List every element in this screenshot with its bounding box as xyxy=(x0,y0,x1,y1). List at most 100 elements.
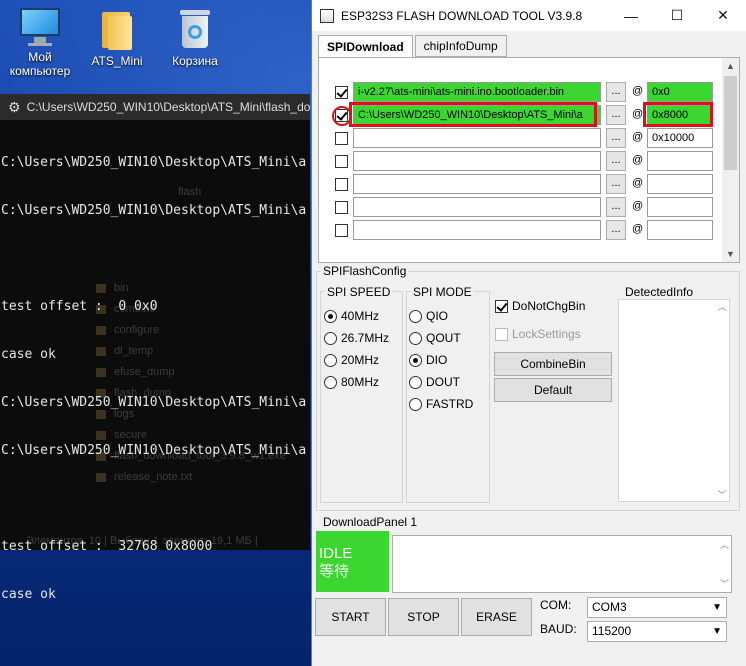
scroll-up-arrow-icon[interactable]: ︿ xyxy=(720,538,729,551)
checkbox-box xyxy=(495,299,508,313)
row-checkbox[interactable] xyxy=(335,224,348,237)
scroll-down-arrow-icon[interactable]: ﹀ xyxy=(715,488,729,501)
browse-button[interactable]: ... xyxy=(606,82,626,102)
browse-button[interactable]: ... xyxy=(606,220,626,240)
at-label: @ xyxy=(632,85,644,97)
desktop-icon-recycle-bin[interactable]: Корзина xyxy=(155,8,235,68)
com-select[interactable]: COM3 ▼ xyxy=(587,597,727,618)
radio-circle xyxy=(409,353,422,367)
file-path-input[interactable] xyxy=(353,128,601,148)
file-path-input[interactable] xyxy=(353,151,601,171)
file-path-input[interactable] xyxy=(353,174,601,194)
console-line: C:\Users\WD250_WIN10\Desktop\ATS_Mini\a xyxy=(1,443,307,458)
highlight-box xyxy=(349,102,597,127)
scroll-down-arrow-icon[interactable]: ▼ xyxy=(722,246,739,262)
row-checkbox[interactable] xyxy=(335,201,348,214)
row-checkbox[interactable] xyxy=(335,155,348,168)
address-input[interactable] xyxy=(647,151,713,171)
radio-circle xyxy=(324,353,337,367)
at-label: @ xyxy=(632,131,644,143)
browse-button[interactable]: ... xyxy=(606,197,626,217)
highlight-box xyxy=(643,102,713,127)
radio-circle xyxy=(409,375,422,389)
spi-speed-label: SPI SPEED xyxy=(325,285,393,299)
browse-button[interactable]: ... xyxy=(606,105,626,125)
radio-20mhz[interactable]: 20MHz xyxy=(324,353,379,367)
radio-fastrd[interactable]: FASTRD xyxy=(409,397,473,411)
radio-40mhz[interactable]: 40MHz xyxy=(324,309,379,323)
radio-26-7mhz[interactable]: 26.7MHz xyxy=(324,331,389,345)
address-input[interactable] xyxy=(647,197,713,217)
download-panel-label: DownloadPanel 1 xyxy=(321,515,420,529)
tool-title: ESP32S3 FLASH DOWNLOAD TOOL V3.9.8 xyxy=(341,8,583,23)
erase-button[interactable]: ERASE xyxy=(461,598,532,636)
checkbox-box xyxy=(495,327,508,341)
desktop-icon-label: Мой компьютер xyxy=(9,50,71,78)
browse-button[interactable]: ... xyxy=(606,174,626,194)
console-titlebar[interactable]: ⚙ C:\Users\WD250_WIN10\Desktop\ATS_Mini\… xyxy=(0,94,310,120)
close-button[interactable]: ✕ xyxy=(700,0,746,31)
status-text-en: IDLE xyxy=(319,545,353,562)
detected-info-box[interactable]: ︿ ﹀ xyxy=(618,299,730,502)
file-path-input[interactable] xyxy=(353,197,601,217)
file-row: i-v2.27\ats-mini\ats-mini.ino.bootloader… xyxy=(329,82,727,102)
com-label: COM: xyxy=(540,598,572,612)
detected-info-label: DetectedInfo xyxy=(623,285,696,299)
file-list-scrollbar[interactable]: ▲ ▼ xyxy=(722,58,739,262)
radio-circle xyxy=(324,331,337,345)
console-window[interactable]: ⚙ C:\Users\WD250_WIN10\Desktop\ATS_Mini\… xyxy=(0,94,310,602)
desktop-icon-label: Корзина xyxy=(172,54,218,68)
row-checkbox[interactable] xyxy=(335,86,348,99)
scroll-thumb[interactable] xyxy=(724,76,737,170)
stop-button[interactable]: STOP xyxy=(388,598,459,636)
file-path-input[interactable]: i-v2.27\ats-mini\ats-mini.ino.bootloader… xyxy=(353,82,601,102)
browse-button[interactable]: ... xyxy=(606,151,626,171)
com-value: COM3 xyxy=(592,600,627,614)
radio-circle xyxy=(324,375,337,389)
address-input[interactable]: 0x0 xyxy=(647,82,713,102)
baud-select[interactable]: 115200 ▼ xyxy=(587,621,727,642)
address-input[interactable]: 0x10000 xyxy=(647,128,713,148)
recycle-bin-icon xyxy=(178,8,212,50)
scroll-down-arrow-icon[interactable]: ﹀ xyxy=(720,577,729,590)
file-path-input[interactable] xyxy=(353,220,601,240)
app-icon xyxy=(320,8,334,23)
browse-button[interactable]: ... xyxy=(606,128,626,148)
address-input[interactable] xyxy=(647,174,713,194)
console-output[interactable]: C:\Users\WD250_WIN10\Desktop\ATS_Mini\a … xyxy=(0,120,306,635)
scroll-up-arrow-icon[interactable]: ▲ xyxy=(722,58,739,74)
maximize-button[interactable]: ☐ xyxy=(654,0,700,31)
row-checkbox[interactable] xyxy=(335,132,348,145)
at-label: @ xyxy=(632,108,644,120)
radio-qio[interactable]: QIO xyxy=(409,309,448,323)
start-button[interactable]: START xyxy=(315,598,386,636)
console-line: test offset : 0 0x0 xyxy=(1,299,158,314)
locksettings-checkbox[interactable]: LockSettings xyxy=(495,327,581,341)
desktop-icon-my-computer[interactable]: Мой компьютер xyxy=(0,8,80,78)
tab-chipinfodump[interactable]: chipInfoDump xyxy=(414,35,507,57)
tool-titlebar[interactable]: ESP32S3 FLASH DOWNLOAD TOOL V3.9.8 — ☐ ✕ xyxy=(312,0,746,31)
status-indicator: IDLE 等待 xyxy=(316,531,389,592)
radio-qout[interactable]: QOUT xyxy=(409,331,461,345)
console-line: C:\Users\WD250_WIN10\Desktop\ATS_Mini\a xyxy=(1,203,307,218)
address-input[interactable] xyxy=(647,220,713,240)
radio-dout[interactable]: DOUT xyxy=(409,375,460,389)
donotchgbin-checkbox[interactable]: DoNotChgBin xyxy=(495,299,585,313)
console-line: test offset : 32768 0x8000 xyxy=(1,539,213,554)
combine-bin-button[interactable]: CombineBin xyxy=(494,352,612,376)
flash-tool-window[interactable]: ESP32S3 FLASH DOWNLOAD TOOL V3.9.8 — ☐ ✕… xyxy=(311,0,746,666)
default-button[interactable]: Default xyxy=(494,378,612,402)
tab-spidownload[interactable]: SPIDownload xyxy=(318,35,413,59)
spi-mode-label: SPI MODE xyxy=(411,285,474,299)
desktop-icon-ats-mini[interactable]: ATS_Mini xyxy=(77,8,157,68)
console-line: C:\Users\WD250_WIN10\Desktop\ATS_Mini\a xyxy=(1,395,307,410)
radio-dio[interactable]: DIO xyxy=(409,353,447,367)
scroll-up-arrow-icon[interactable]: ︿ xyxy=(715,300,729,313)
log-output[interactable]: ︿ ﹀ xyxy=(392,535,732,593)
minimize-button[interactable]: — xyxy=(608,0,654,31)
radio-80mhz[interactable]: 80MHz xyxy=(324,375,379,389)
console-line: case ok xyxy=(1,587,56,602)
row-checkbox[interactable] xyxy=(335,178,348,191)
computer-icon xyxy=(18,8,62,46)
